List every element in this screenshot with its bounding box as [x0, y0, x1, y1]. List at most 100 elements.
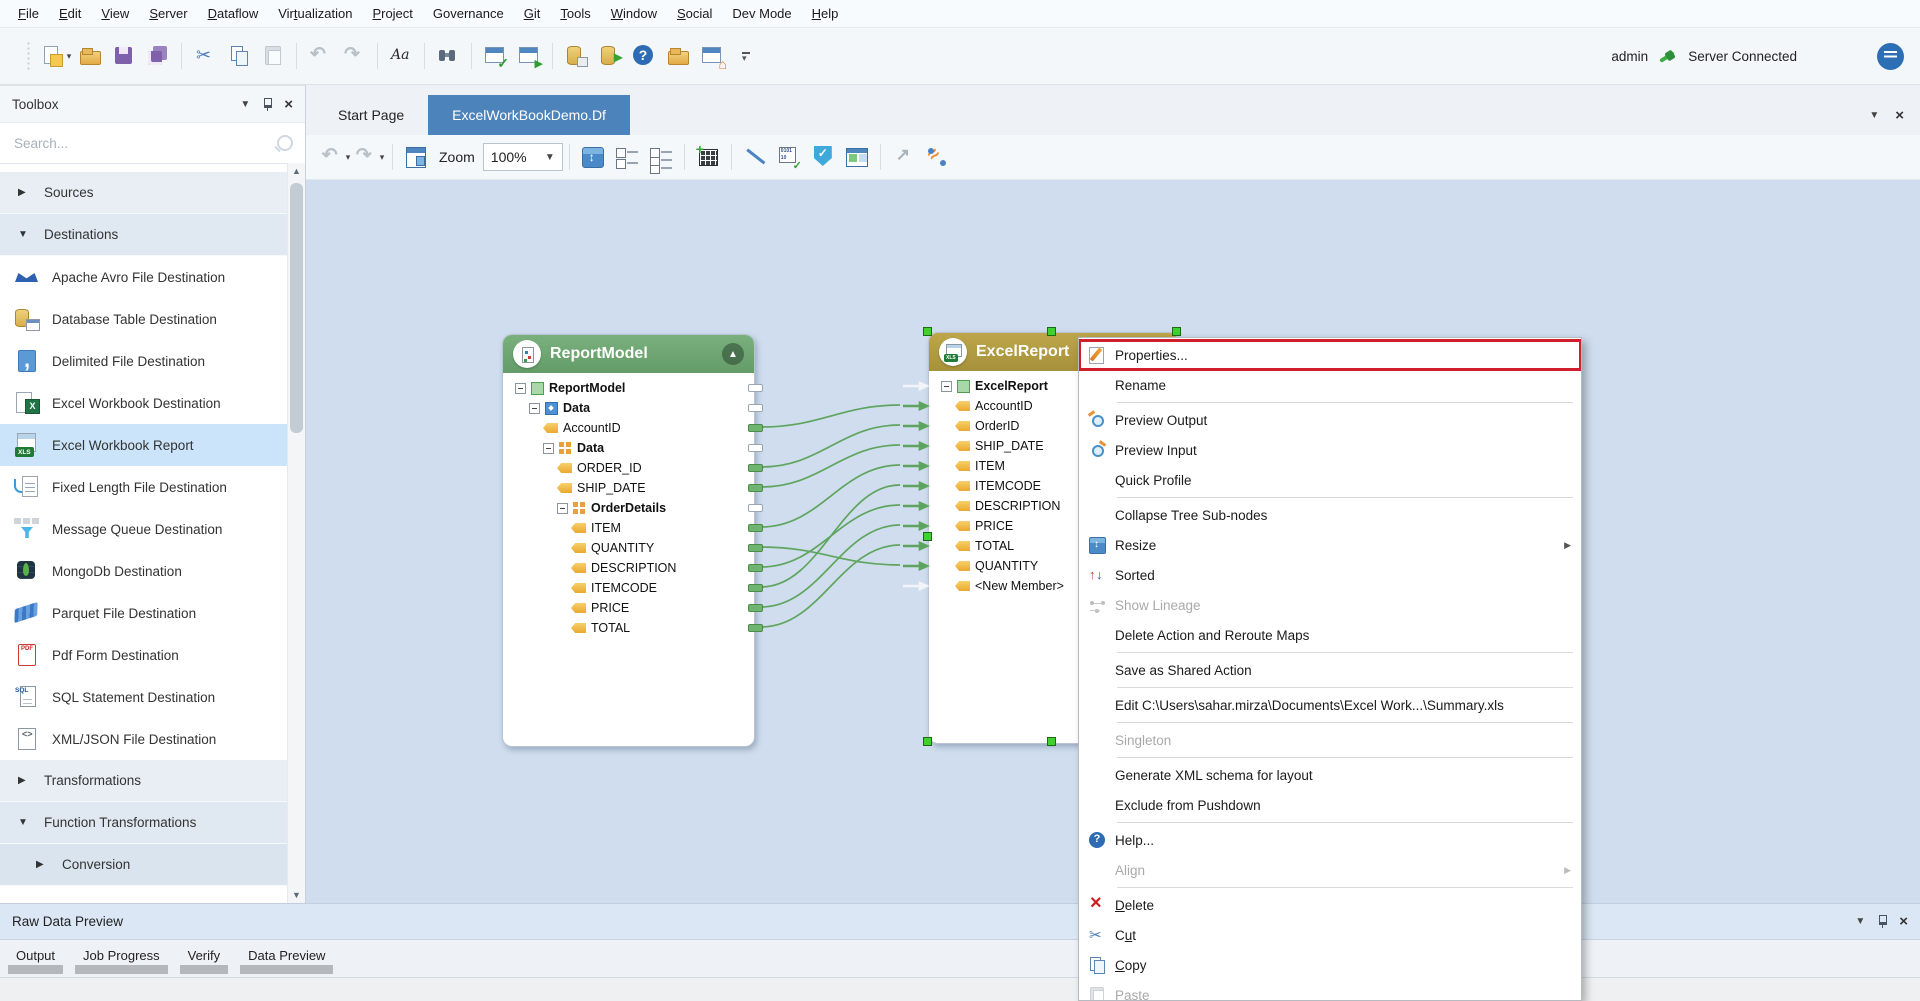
toolbox-group-sources[interactable]: ▶Sources [0, 172, 288, 214]
expander-icon[interactable] [515, 383, 526, 394]
menu-item-save-as-shared-action[interactable]: Save as Shared Action [1079, 655, 1581, 685]
menu-item-edit-c-users-sahar-mirza-documents-excel[interactable]: Edit C:\Users\sahar.mirza\Documents\Exce… [1079, 690, 1581, 720]
output-port-ship-date[interactable] [748, 484, 763, 492]
menu-item-quick-profile[interactable]: Quick Profile [1079, 465, 1581, 495]
output-port-item[interactable] [748, 524, 763, 532]
menu-virtualization[interactable]: Virtualization [268, 2, 362, 25]
menu-tools[interactable]: Tools [550, 2, 600, 25]
tree-node-accountid[interactable]: AccountID [511, 418, 746, 438]
menu-view[interactable]: View [91, 2, 139, 25]
expander-icon[interactable] [941, 381, 952, 392]
menu-item-generate-xml-schema-for-layout[interactable]: Generate XML schema for layout [1079, 760, 1581, 790]
menu-item-collapse-tree-sub-nodes[interactable]: Collapse Tree Sub-nodes [1079, 500, 1581, 530]
output-port-data[interactable] [748, 444, 763, 452]
tree-node-orderdetails[interactable]: OrderDetails [511, 498, 746, 518]
menu-file[interactable]: File [8, 2, 49, 25]
toolbox-scrollbar[interactable]: ▲ ▼ [287, 163, 305, 903]
toolbox-item-pdf-form-destination[interactable]: Pdf Form Destination [0, 634, 288, 676]
collapse-node-icon[interactable]: ▲ [722, 343, 744, 365]
selection-handle[interactable] [1047, 737, 1056, 746]
toolbox-group-transformations[interactable]: ▶Transformations [0, 760, 288, 802]
auto-layout-button[interactable] [400, 140, 432, 174]
panel-pin-icon[interactable] [1877, 914, 1887, 929]
verify-shield-button[interactable] [807, 140, 839, 174]
expander-icon[interactable] [543, 443, 554, 454]
tab-excelworkbookdemo-df[interactable]: ExcelWorkBookDemo.Df [428, 95, 630, 135]
output-port-data[interactable] [748, 404, 763, 412]
find-button[interactable] [432, 39, 464, 73]
reroute-links-button[interactable] [922, 140, 954, 174]
node-reportmodel[interactable]: ReportModel ▲ ReportModelDataAccountIDDa… [502, 334, 755, 747]
menu-server[interactable]: Server [139, 2, 197, 25]
tree-node-order-id[interactable]: ORDER_ID [511, 458, 746, 478]
menu-item-help[interactable]: Help... [1079, 825, 1581, 855]
scroll-down-icon[interactable]: ▼ [288, 887, 305, 903]
toolbox-group-destinations[interactable]: ▼Destinations [0, 214, 288, 256]
map-link-total[interactable] [761, 545, 900, 627]
bottom-tab-verify[interactable]: Verify [180, 944, 229, 977]
output-port-itemcode[interactable] [748, 584, 763, 592]
scroll-up-icon[interactable]: ▲ [288, 163, 305, 179]
menu-git[interactable]: Git [514, 2, 551, 25]
toolbar-overflow-button[interactable] [730, 39, 762, 73]
tab-list-icon[interactable]: ▼ [1869, 110, 1879, 121]
expander-icon[interactable] [557, 503, 568, 514]
bottom-tab-data-preview[interactable]: Data Preview [240, 944, 333, 977]
selection-handle[interactable] [1172, 327, 1181, 336]
tree-node-price[interactable]: PRICE [511, 598, 746, 618]
tab-start-page[interactable]: Start Page [314, 95, 428, 135]
draw-link-button[interactable] [739, 140, 771, 174]
expand-all-nodes-button[interactable] [645, 140, 677, 174]
menu-item-delete[interactable]: Delete [1079, 890, 1581, 920]
tree-node-item[interactable]: ITEM [511, 518, 746, 538]
schedule-job-button[interactable] [560, 39, 592, 73]
add-object-button[interactable] [692, 140, 724, 174]
menu-item-sorted[interactable]: Sorted [1079, 560, 1581, 590]
toolbox-item-excel-workbook-report[interactable]: Excel Workbook Report [0, 424, 288, 466]
menu-help[interactable]: Help [802, 2, 849, 25]
output-port-quantity[interactable] [748, 544, 763, 552]
menu-item-properties[interactable]: Properties... [1079, 340, 1581, 370]
preview-data-button[interactable] [773, 140, 805, 174]
menu-item-copy[interactable]: Copy [1079, 950, 1581, 980]
menu-item-exclude-from-pushdown[interactable]: Exclude from Pushdown [1079, 790, 1581, 820]
menu-edit[interactable]: Edit [49, 2, 91, 25]
menu-dev-mode[interactable]: Dev Mode [722, 2, 801, 25]
map-link-order-id[interactable] [761, 425, 900, 467]
menu-item-delete-action-and-reroute-maps[interactable]: Delete Action and Reroute Maps [1079, 620, 1581, 650]
toolbox-item-apache-avro-file-destination[interactable]: Apache Avro File Destination [0, 256, 288, 298]
toolbox-item-parquet-file-destination[interactable]: Parquet File Destination [0, 592, 288, 634]
toolbox-group-function-transformations[interactable]: ▼Function Transformations [0, 802, 288, 844]
output-port-description[interactable] [748, 564, 763, 572]
scrollbar-thumb[interactable] [290, 183, 303, 433]
server-explorer-button[interactable] [696, 39, 728, 73]
cut-button[interactable] [189, 39, 221, 73]
collapse-all-nodes-button[interactable] [611, 140, 643, 174]
selection-handle[interactable] [923, 327, 932, 336]
menu-item-preview-input[interactable]: Preview Input [1079, 435, 1581, 465]
undo-button[interactable] [304, 39, 336, 73]
output-port-total[interactable] [748, 624, 763, 632]
font-button[interactable] [385, 39, 417, 73]
map-link-accountid[interactable] [761, 405, 900, 427]
close-document-icon[interactable]: × [1895, 108, 1904, 123]
run-dataflow-button[interactable] [513, 39, 545, 73]
save-button[interactable] [108, 39, 140, 73]
toolbox-item-fixed-length-file-destination[interactable]: Fixed Length File Destination [0, 466, 288, 508]
start-job-button[interactable] [594, 39, 626, 73]
menu-governance[interactable]: Governance [423, 2, 514, 25]
tree-node-data[interactable]: Data [511, 438, 746, 458]
bottom-tab-output[interactable]: Output [8, 944, 63, 977]
tree-node-itemcode[interactable]: ITEMCODE [511, 578, 746, 598]
save-all-button[interactable] [142, 39, 174, 73]
job-window-button[interactable] [841, 140, 873, 174]
toolbox-item-excel-workbook-destination[interactable]: Excel Workbook Destination [0, 382, 288, 424]
menu-item-rename[interactable]: Rename [1079, 370, 1581, 400]
chat-icon[interactable] [1877, 43, 1904, 70]
output-port-order-id[interactable] [748, 464, 763, 472]
selection-handle[interactable] [1047, 327, 1056, 336]
toolbox-group-conversion[interactable]: ▶Conversion [0, 844, 288, 886]
menu-window[interactable]: Window [601, 2, 667, 25]
panel-menu-icon[interactable]: ▼ [1855, 916, 1865, 927]
menu-social[interactable]: Social [667, 2, 722, 25]
